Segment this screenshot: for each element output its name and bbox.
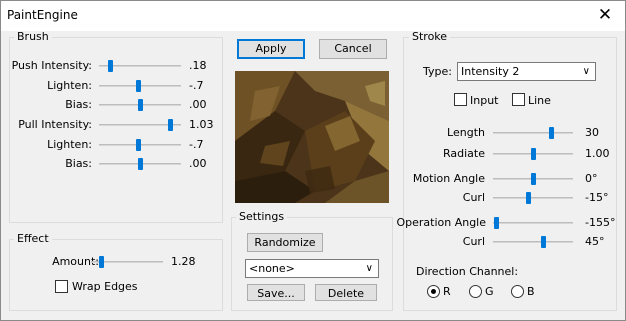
effect-group <box>9 239 223 311</box>
curl-1-value: -15° <box>585 191 609 204</box>
slider-thumb[interactable] <box>167 119 173 131</box>
brush-pull-intensity-value: 1.03 <box>189 118 214 131</box>
brush-lighten-label: Lighten: <box>47 79 92 92</box>
save-button[interactable]: Save... <box>247 284 305 301</box>
window-title: PaintEngine <box>7 8 78 22</box>
channel-r-label[interactable]: R <box>443 286 451 298</box>
slider-thumb[interactable] <box>531 173 536 185</box>
line-checkbox-label[interactable]: Line <box>528 95 551 107</box>
curl-1-label: Curl <box>462 191 485 204</box>
paint-engine-dialog: PaintEngine ✕ Brush Push Intensity: .18 … <box>0 0 626 321</box>
effect-group-label: Effect <box>14 233 52 245</box>
curl-2-label: Curl <box>462 235 485 248</box>
brush-bias-label: Bias: <box>65 98 92 111</box>
curl-2-slider[interactable] <box>493 236 573 248</box>
brush-push-intensity-label: Push Intensity: <box>11 59 92 72</box>
slider-thumb[interactable] <box>540 236 546 248</box>
slider-thumb[interactable] <box>138 99 143 111</box>
brush-pull-bias-label: Bias: <box>65 157 92 170</box>
brush-pull-lighten-slider[interactable] <box>99 139 181 151</box>
apply-button[interactable]: Apply <box>237 39 305 59</box>
brush-pull-intensity-slider[interactable] <box>99 119 181 131</box>
brush-pull-bias-slider[interactable] <box>99 158 181 170</box>
brush-lighten-slider[interactable] <box>99 80 181 92</box>
direction-channel-label: Direction Channel: <box>416 265 519 278</box>
delete-button[interactable]: Delete <box>315 284 377 301</box>
brush-pull-bias-value: .00 <box>189 157 207 170</box>
brush-pull-intensity-label: Pull Intensity: <box>18 118 92 131</box>
input-checkbox[interactable] <box>454 93 467 106</box>
title-bar: PaintEngine ✕ <box>1 1 625 31</box>
brush-group-label: Brush <box>14 31 52 43</box>
channel-b-label[interactable]: B <box>527 286 535 298</box>
slider-thumb[interactable] <box>136 80 142 92</box>
wrap-edges-checkbox[interactable] <box>55 280 68 293</box>
motion-angle-slider[interactable] <box>493 173 573 185</box>
line-checkbox[interactable] <box>512 93 525 106</box>
effect-amount-slider[interactable] <box>91 256 163 268</box>
length-slider[interactable] <box>493 127 573 139</box>
operation-angle-label: Operation Angle <box>396 216 486 229</box>
stroke-type-select[interactable]: Intensity 2 ∨ <box>457 62 596 81</box>
slider-thumb[interactable] <box>531 148 536 160</box>
radiate-label: Radiate <box>442 147 485 160</box>
brush-push-intensity-slider[interactable] <box>99 60 181 72</box>
brush-pull-lighten-value: -.7 <box>189 138 204 151</box>
channel-g-label[interactable]: G <box>485 286 494 298</box>
curl-1-slider[interactable] <box>493 192 573 204</box>
length-label: Length <box>447 126 485 139</box>
stroke-group-label: Stroke <box>409 31 451 43</box>
slider-thumb[interactable] <box>136 139 142 151</box>
settings-group-label: Settings <box>236 211 288 223</box>
motion-angle-value: 0° <box>585 172 598 185</box>
slider-thumb[interactable] <box>526 192 532 204</box>
slider-thumb[interactable] <box>494 217 500 229</box>
channel-b-radio[interactable] <box>511 285 524 298</box>
channel-g-radio[interactable] <box>469 285 482 298</box>
input-checkbox-label[interactable]: Input <box>470 95 498 107</box>
chevron-down-icon: ∨ <box>365 263 373 274</box>
cancel-button[interactable]: Cancel <box>319 39 387 59</box>
brush-push-intensity-value: .18 <box>189 59 207 72</box>
motion-angle-label: Motion Angle <box>412 172 485 185</box>
preset-select[interactable]: <none> ∨ <box>245 259 379 278</box>
channel-r-radio[interactable] <box>427 285 440 298</box>
preset-select-value: <none> <box>249 262 295 275</box>
stroke-type-label: Type: <box>423 65 452 78</box>
brush-lighten-value: -.7 <box>189 79 204 92</box>
brush-bias-slider[interactable] <box>99 99 181 111</box>
operation-angle-value: -155° <box>585 216 616 229</box>
stroke-type-select-value: Intensity 2 <box>461 65 520 78</box>
brush-pull-lighten-label: Lighten: <box>47 138 92 151</box>
slider-thumb[interactable] <box>99 256 105 268</box>
wrap-edges-label[interactable]: Wrap Edges <box>72 281 138 293</box>
curl-2-value: 45° <box>585 235 605 248</box>
chevron-down-icon: ∨ <box>582 66 590 77</box>
preview-image <box>235 71 389 203</box>
radiate-slider[interactable] <box>493 148 573 160</box>
radiate-value: 1.00 <box>585 147 610 160</box>
slider-thumb[interactable] <box>138 158 143 170</box>
randomize-button[interactable]: Randomize <box>247 233 323 252</box>
operation-angle-slider[interactable] <box>493 217 573 229</box>
brush-bias-value: .00 <box>189 98 207 111</box>
effect-amount-value: 1.28 <box>171 255 196 268</box>
length-value: 30 <box>585 126 599 139</box>
slider-thumb[interactable] <box>548 127 554 139</box>
close-icon[interactable]: ✕ <box>585 1 625 31</box>
slider-thumb[interactable] <box>108 60 114 72</box>
